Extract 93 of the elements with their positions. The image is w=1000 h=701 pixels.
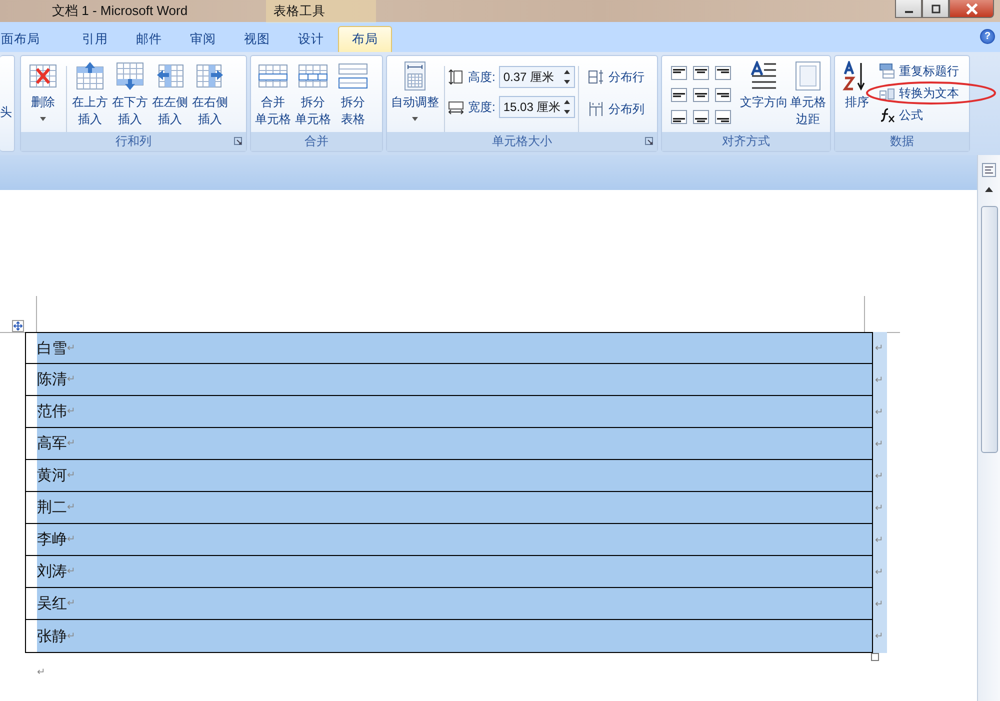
- paragraph-mark: ↵: [67, 630, 76, 642]
- ribbon-tab[interactable]: 邮件: [122, 26, 176, 52]
- text-direction-icon: [749, 61, 779, 91]
- ribbon-button[interactable]: 分布列: [586, 100, 646, 118]
- ribbon-button[interactable]: 分布行: [586, 68, 646, 86]
- spin-field[interactable]: 15.03 厘米: [499, 96, 576, 118]
- window-title: 文档 1 - Microsoft Word: [52, 2, 188, 20]
- paragraph-mark: ↵: [37, 667, 46, 678]
- field-label: 宽度:: [468, 98, 496, 116]
- cell-text: 李峥: [37, 530, 67, 549]
- cell-text: 荆二: [37, 498, 67, 517]
- cell-text: 刘涛: [37, 562, 67, 581]
- row-end-mark: ↵: [875, 502, 884, 514]
- ribbon-tab[interactable]: 视图: [230, 26, 284, 52]
- paragraph-mark: ↵: [67, 438, 76, 449]
- row-end-mark: ↵: [875, 342, 884, 354]
- ribbon-tab[interactable]: 设计: [284, 26, 338, 52]
- field-label: 高度:: [468, 68, 496, 86]
- button-label[interactable]: 头: [0, 104, 12, 121]
- group-label: 对齐方式: [722, 133, 770, 150]
- cell-text: 高军: [37, 434, 67, 453]
- ribbon-button[interactable]: 单元格 边距: [788, 58, 828, 128]
- context-tab-group-title: 表格工具: [266, 0, 376, 22]
- ribbon-button[interactable]: 自动调整: [389, 58, 441, 121]
- paragraph-mark: ↵: [67, 470, 76, 481]
- spin-field[interactable]: 0.37 厘米: [499, 66, 576, 88]
- cell-text: 张静: [37, 626, 67, 646]
- row-end-mark: ↵: [875, 406, 884, 418]
- ribbon-tab[interactable]: 布局: [338, 26, 392, 52]
- table-down-arrow-icon: [115, 61, 145, 91]
- row-end-mark: ↵: [875, 438, 884, 450]
- column-width-icon: [448, 99, 464, 115]
- row-height-icon: [448, 69, 464, 85]
- ribbon-button[interactable]: 合并 单元格: [253, 58, 293, 128]
- scrollbar-thumb[interactable]: [980, 206, 998, 453]
- ribbon-button[interactable]: 删除: [23, 58, 63, 121]
- split-table-icon: [338, 61, 368, 91]
- ribbon-button[interactable]: 拆分 单元格: [293, 58, 333, 128]
- paragraph-mark: ↵: [67, 502, 76, 513]
- ribbon-button[interactable]: 在左侧 插入: [150, 58, 190, 128]
- row-end-mark: ↵: [875, 598, 884, 610]
- ribbon-button[interactable]: 重复标题行: [877, 62, 961, 80]
- table-header-icon: [879, 63, 895, 79]
- minimize-button[interactable]: [895, 0, 922, 18]
- scroll-up-arrow-icon[interactable]: [985, 187, 993, 192]
- ribbon-tab[interactable]: 审阅: [176, 26, 230, 52]
- ribbon-tab[interactable]: 引用: [68, 26, 122, 52]
- paragraph-mark: ↵: [67, 374, 76, 385]
- ribbon-button[interactable]: 排序: [837, 58, 877, 111]
- row-end-mark: ↵: [875, 470, 884, 482]
- row-end-mark: ↵: [875, 534, 884, 546]
- table-up-arrow-icon: [75, 61, 105, 91]
- cell-text: 黄河: [37, 466, 67, 485]
- group-label: 行和列: [116, 133, 152, 150]
- ribbon-button[interactable]: 在右侧 插入: [190, 58, 230, 128]
- maximize-icon: [930, 4, 940, 14]
- ribbon-tab[interactable]: 面布局: [0, 26, 54, 52]
- cell-text: 白雪: [37, 338, 67, 358]
- minimize-icon: [904, 10, 912, 12]
- ribbon-button[interactable]: 在上方 插入: [70, 58, 110, 128]
- maximize-button[interactable]: [922, 0, 949, 18]
- paragraph-mark: ↵: [67, 406, 76, 417]
- cell-text: 范伟: [37, 402, 67, 421]
- dialog-launcher-icon[interactable]: [645, 137, 653, 145]
- paragraph-mark: ↵: [67, 598, 76, 609]
- help-button[interactable]: ?: [980, 29, 995, 44]
- ribbon-button[interactable]: 公式: [877, 106, 925, 124]
- row-end-mark: ↵: [875, 374, 884, 386]
- row-end-mark: ↵: [875, 631, 884, 642]
- paragraph-mark: ↵: [67, 566, 76, 577]
- close-button[interactable]: [949, 0, 994, 18]
- distribute-columns-icon: [588, 101, 604, 117]
- paragraph-mark: ↵: [67, 342, 76, 354]
- distribute-rows-icon: [588, 69, 604, 85]
- close-icon: [966, 2, 978, 14]
- row-end-mark: ↵: [875, 566, 884, 578]
- vertical-scrollbar[interactable]: [977, 155, 1000, 701]
- spin-arrows-icon[interactable]: [563, 98, 572, 116]
- cell-margins-icon: [793, 61, 823, 91]
- group-label: 数据: [890, 133, 914, 150]
- ribbon-button[interactable]: 在下方 插入: [110, 58, 150, 128]
- ribbon-button[interactable]: 文字方向: [740, 58, 788, 111]
- spin-arrows-icon[interactable]: [563, 68, 572, 86]
- cell-text: 陈清: [37, 370, 67, 389]
- group-label: 合并: [304, 133, 328, 150]
- paragraph-mark: ↵: [67, 534, 76, 545]
- table-move-handle-icon[interactable]: [12, 320, 24, 332]
- ruler-icon[interactable]: [982, 163, 996, 177]
- dialog-launcher-icon[interactable]: [234, 137, 242, 145]
- ribbon-button[interactable]: 拆分 表格: [333, 58, 373, 128]
- cell-text: 吴红: [37, 594, 67, 613]
- group-label: 单元格大小: [492, 133, 552, 150]
- function-icon: [879, 107, 895, 123]
